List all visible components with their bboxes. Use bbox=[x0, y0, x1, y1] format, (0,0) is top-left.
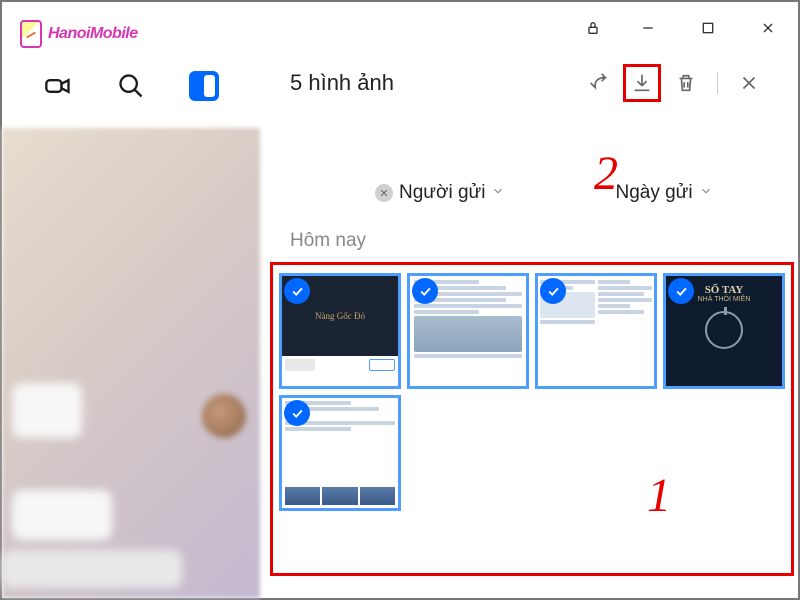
share-button[interactable] bbox=[579, 64, 617, 102]
window-controls bbox=[568, 10, 798, 46]
image-thumbnail[interactable] bbox=[407, 273, 529, 389]
video-call-button[interactable] bbox=[36, 64, 80, 108]
chat-bubble bbox=[2, 550, 182, 588]
chevron-down-icon bbox=[699, 182, 713, 204]
separator bbox=[717, 72, 718, 94]
filter-sender-label: Người gửi bbox=[399, 182, 485, 204]
panel-toggle-icon bbox=[189, 71, 219, 101]
thumb-caption: Nàng Gốc Đỏ bbox=[315, 311, 365, 321]
filter-date[interactable]: Ngày gửi bbox=[615, 182, 712, 204]
chat-bubble bbox=[12, 383, 82, 438]
minimize-button[interactable] bbox=[618, 10, 678, 46]
clear-filter-icon[interactable]: ✕ bbox=[375, 184, 393, 202]
selected-check-icon[interactable] bbox=[284, 278, 310, 304]
image-thumbnail[interactable] bbox=[279, 395, 401, 511]
media-panel: 5 hình ảnh 2 ✕ Người g bbox=[260, 46, 798, 598]
chat-bubble bbox=[12, 490, 112, 540]
download-button[interactable] bbox=[623, 64, 661, 102]
selected-check-icon[interactable] bbox=[412, 278, 438, 304]
toggle-panel-button[interactable] bbox=[182, 64, 226, 108]
image-thumbnail[interactable]: SỔ TAY NHÀ THÔI MIÊN bbox=[663, 273, 785, 389]
selected-check-icon[interactable] bbox=[668, 278, 694, 304]
lock-icon[interactable] bbox=[568, 10, 618, 46]
filter-sender[interactable]: ✕ Người gửi bbox=[375, 182, 505, 204]
selected-check-icon[interactable] bbox=[284, 400, 310, 426]
image-thumbnail[interactable]: Nàng Gốc Đỏ bbox=[279, 273, 401, 389]
image-gallery: Nàng Gốc Đỏ bbox=[270, 262, 794, 576]
search-button[interactable] bbox=[109, 64, 153, 108]
brand-text: HanoiMobile bbox=[48, 25, 138, 43]
close-panel-button[interactable] bbox=[730, 64, 768, 102]
chat-background bbox=[2, 128, 260, 598]
sidebar bbox=[2, 46, 260, 598]
chevron-down-icon bbox=[491, 182, 505, 204]
thumb-caption: SỔ TAY bbox=[705, 284, 744, 296]
phone-tool-icon bbox=[20, 20, 42, 48]
close-window-button[interactable] bbox=[738, 10, 798, 46]
avatar bbox=[202, 394, 246, 438]
panel-title: 5 hình ảnh bbox=[290, 70, 579, 96]
brand-logo: HanoiMobile bbox=[20, 20, 138, 48]
selected-check-icon[interactable] bbox=[540, 278, 566, 304]
delete-button[interactable] bbox=[667, 64, 705, 102]
thumb-caption: NHÀ THÔI MIÊN bbox=[698, 296, 751, 303]
image-thumbnail[interactable] bbox=[535, 273, 657, 389]
filter-date-label: Ngày gửi bbox=[615, 182, 692, 204]
section-today: Hôm nay bbox=[260, 212, 798, 260]
maximize-button[interactable] bbox=[678, 10, 738, 46]
